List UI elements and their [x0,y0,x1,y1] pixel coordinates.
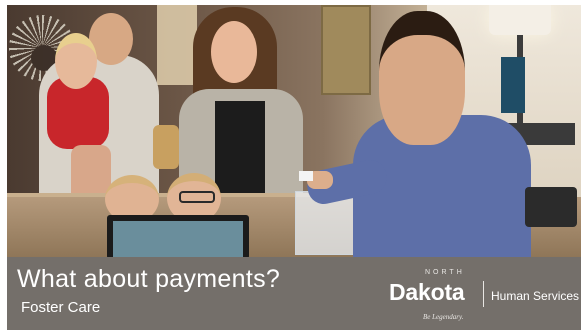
payment-card [299,171,313,181]
slide-title: What about payments? [17,265,281,293]
computer-monitor [107,215,249,257]
logo-divider [483,281,484,307]
logo-state-large: Dakota [389,279,465,305]
wall-art [321,5,371,95]
window-light [157,5,197,85]
worker-head [379,11,465,145]
logo-department: Human Services [491,289,580,303]
slide: What about payments? Foster Care NORTH D… [7,5,581,330]
title-banner: What about payments? Foster Care NORTH D… [7,257,581,330]
logo-state-small: NORTH [425,269,465,276]
photo-reception-desk [7,5,581,257]
glasses [179,191,215,203]
lamp-shade [489,5,551,35]
slide-subtitle: Foster Care [21,299,101,316]
woman-face [211,21,257,83]
woman-top [215,101,265,205]
toy-giraffe [153,125,179,169]
toddler-head [55,33,97,89]
logo-tagline: Be Legendary. [423,313,464,321]
desk-phone [525,187,577,227]
poster [501,57,525,113]
